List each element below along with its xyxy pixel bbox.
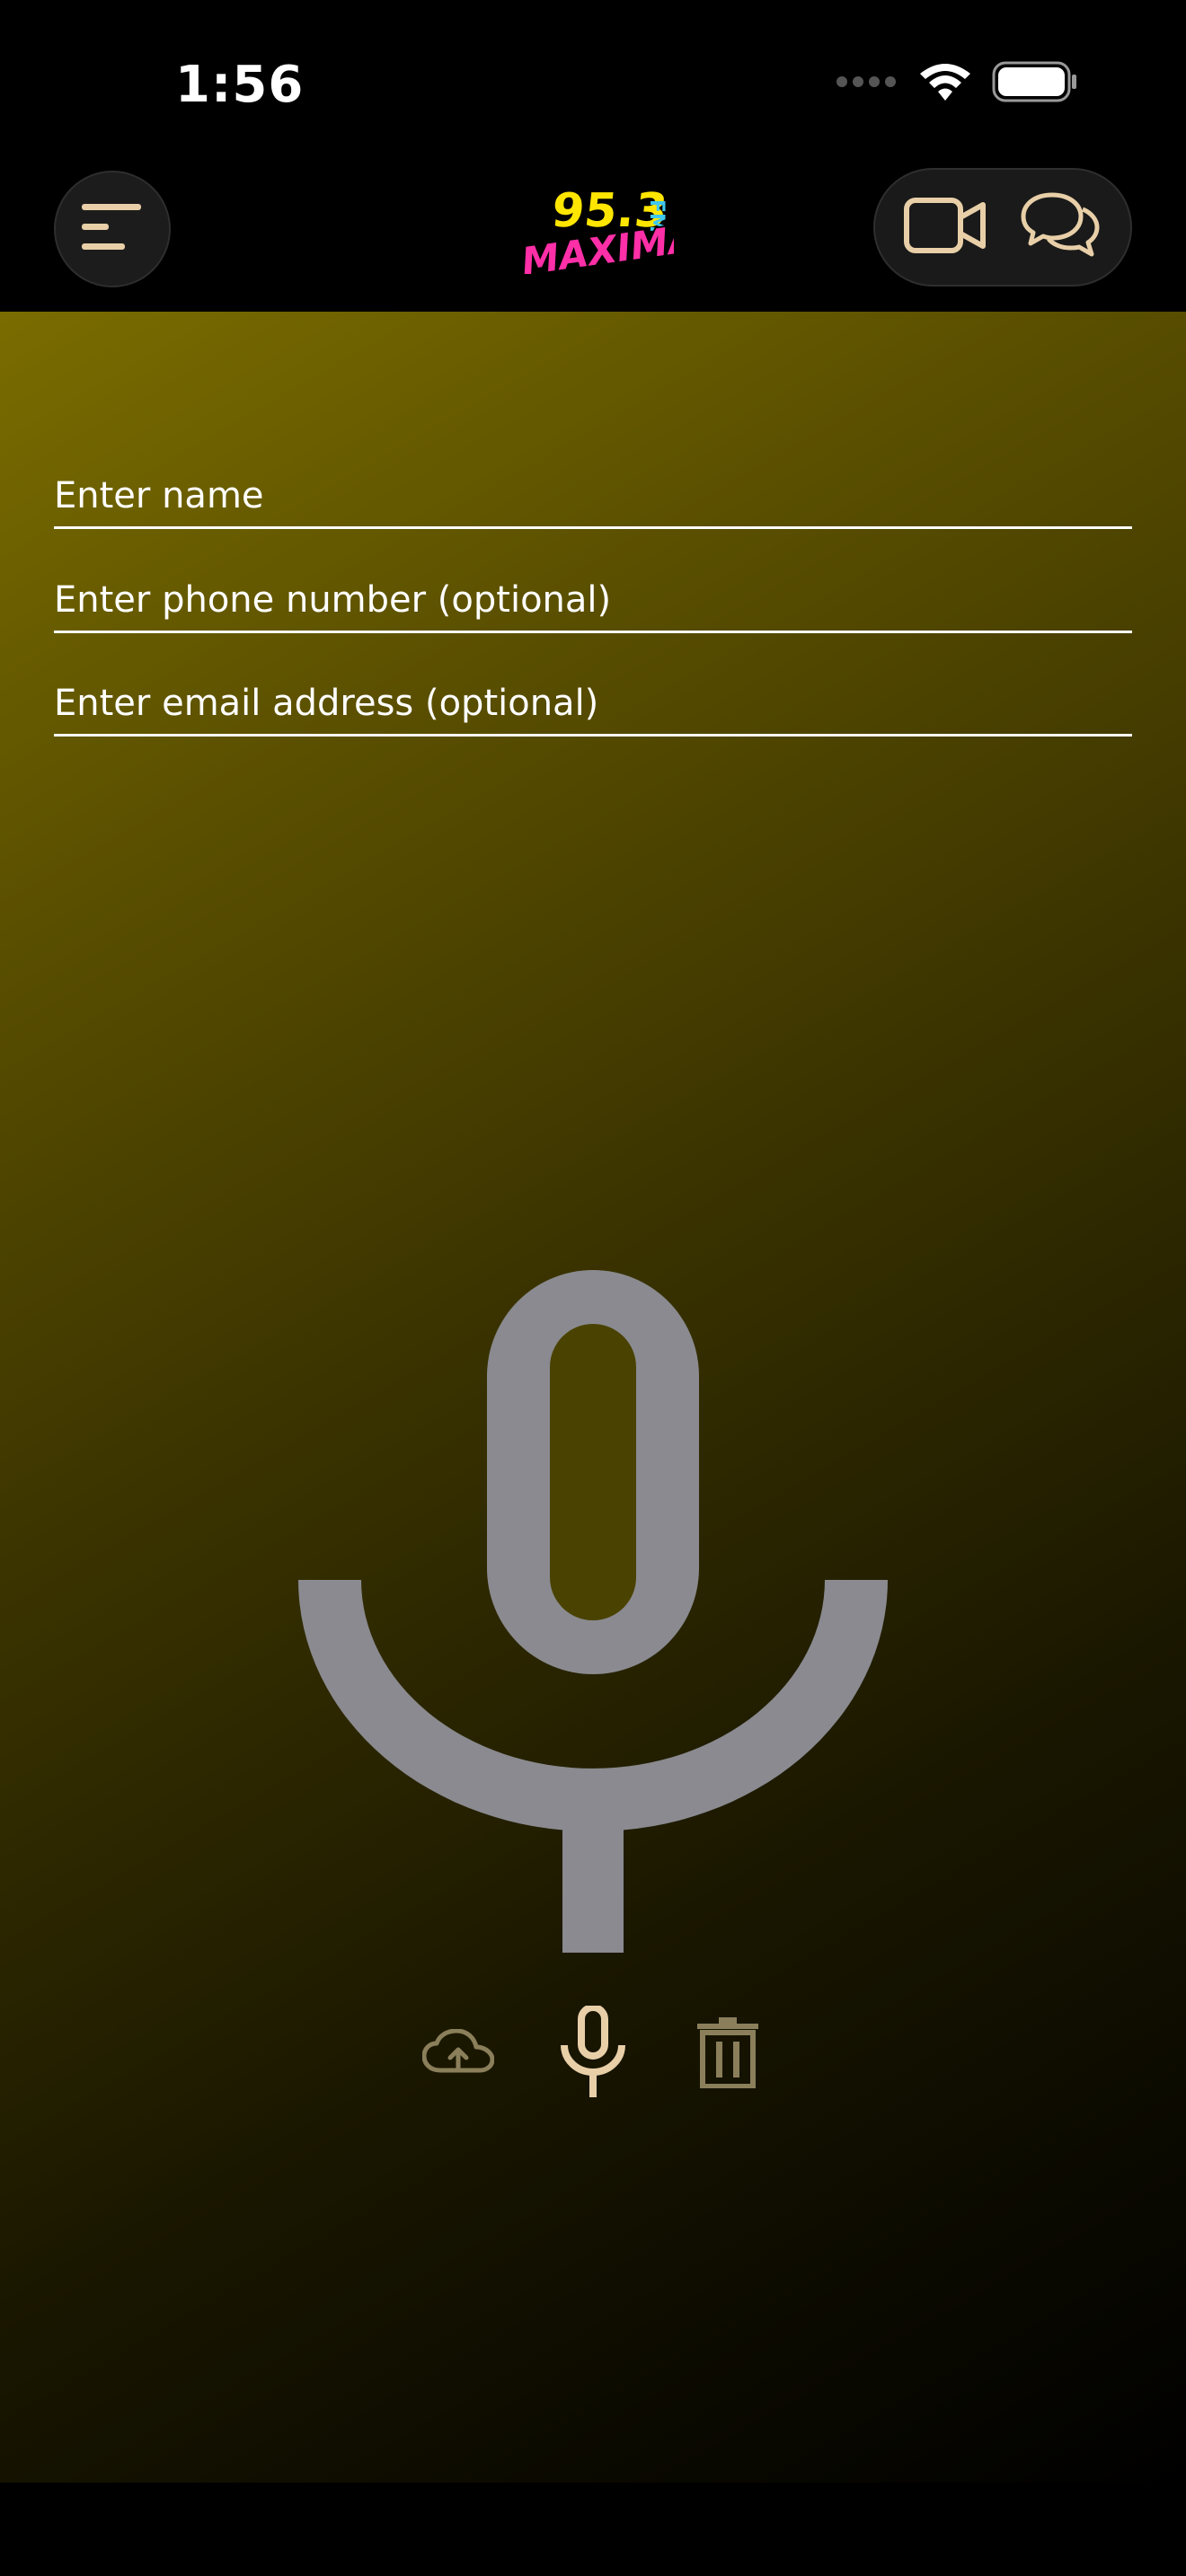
app-screen: 1:56 95.3 FM MAXIMA Enter name Enter pho…: [0, 0, 1186, 2576]
status-time: 1:56: [175, 56, 305, 114]
email-input[interactable]: [54, 674, 1132, 733]
station-logo: 95.3 FM MAXIMA: [512, 180, 702, 286]
email-field-container: [54, 674, 1132, 737]
record-button[interactable]: [544, 2000, 642, 2108]
battery-icon: [992, 61, 1078, 106]
upload-button[interactable]: [409, 2000, 508, 2108]
menu-lines-icon: [80, 200, 145, 258]
microphone-icon: [561, 2004, 625, 2103]
phone-field-container: [54, 570, 1132, 633]
video-camera-icon: [904, 198, 987, 257]
video-button[interactable]: [896, 178, 995, 277]
message-form-area: [0, 312, 1186, 2483]
navigation-bar: 95.3 FM MAXIMA: [0, 162, 1186, 312]
microphone-icon: [296, 1270, 890, 1953]
wifi-icon: [918, 61, 972, 106]
recorder-controls: [0, 2000, 1186, 2117]
bottom-bar: [0, 2483, 1186, 2576]
menu-button[interactable]: [54, 171, 171, 287]
chat-bubbles-icon: [1020, 191, 1101, 263]
cloud-upload-icon: [421, 2028, 495, 2079]
trash-icon: [695, 2016, 760, 2092]
header-actions: [873, 168, 1132, 287]
name-input[interactable]: [54, 466, 1132, 525]
name-field-container: [54, 466, 1132, 529]
chat-button[interactable]: [1011, 178, 1110, 277]
phone-input[interactable]: [54, 570, 1132, 630]
delete-button[interactable]: [678, 2000, 777, 2108]
status-icons: [836, 61, 1078, 106]
status-bar: 1:56: [0, 0, 1186, 162]
signal-dots-icon: [836, 75, 898, 93]
